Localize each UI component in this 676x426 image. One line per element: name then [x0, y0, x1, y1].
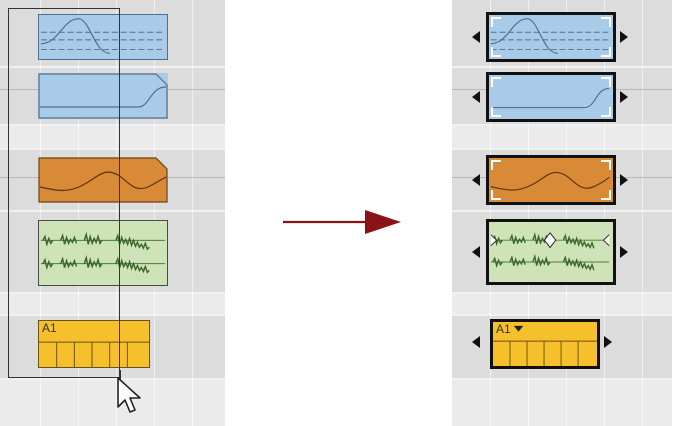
resize-handle-right-icon[interactable] [620, 31, 628, 43]
arrow-right-icon [283, 210, 401, 234]
resize-handle-right-icon[interactable] [620, 91, 628, 103]
automation-curve [490, 87, 610, 109]
lasso-selection-rectangle [8, 8, 120, 378]
automation-clip-2-selected[interactable] [486, 72, 616, 122]
resize-handle-left-icon[interactable] [472, 91, 480, 103]
resize-handle-left-icon[interactable] [472, 31, 480, 43]
resize-handle-right-icon[interactable] [604, 336, 612, 348]
audio-waveform [490, 232, 610, 271]
resize-handle-right-icon[interactable] [620, 246, 628, 258]
audio-clip-selected[interactable] [486, 219, 616, 285]
resize-handle-left-icon[interactable] [472, 174, 480, 186]
modulation-clip-selected[interactable] [486, 155, 616, 205]
midi-clip-selected[interactable]: A1 [490, 319, 600, 369]
arrangement-after: A1 [452, 0, 672, 426]
automation-curve [490, 18, 610, 54]
resize-handle-right-icon[interactable] [620, 174, 628, 186]
mouse-pointer-icon [117, 377, 141, 413]
automation-clip-1-selected[interactable] [486, 12, 616, 62]
arrangement-before: A1 [0, 0, 225, 426]
midi-note-grid [493, 325, 597, 366]
resize-handle-left-icon[interactable] [472, 336, 480, 348]
resize-handle-left-icon[interactable] [472, 246, 480, 258]
modulation-curve [490, 171, 610, 191]
fold-triangle-icon [513, 325, 524, 332]
